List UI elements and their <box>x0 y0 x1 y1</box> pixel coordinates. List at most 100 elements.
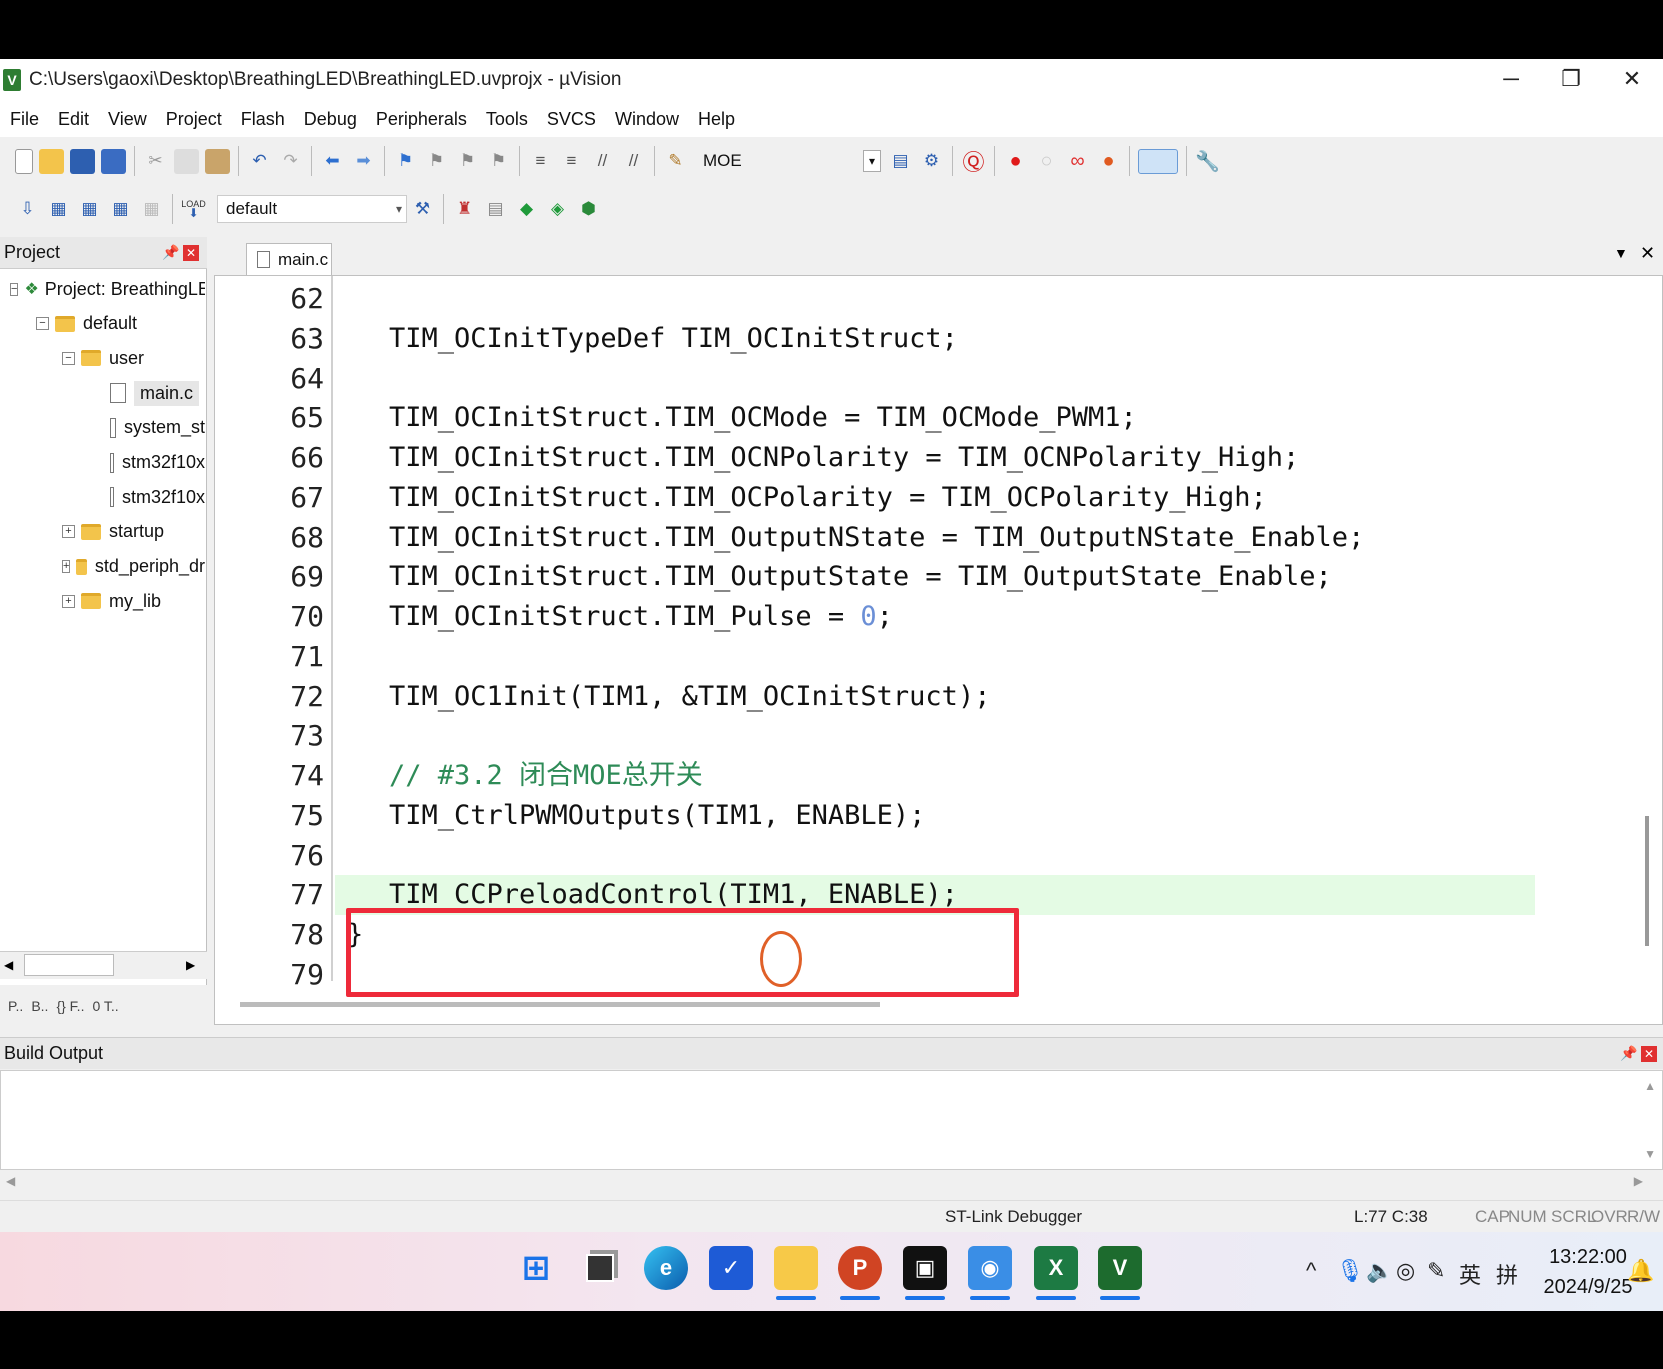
scroll-right-icon[interactable]: ▶ <box>186 958 195 972</box>
menu-help[interactable]: Help <box>698 109 735 130</box>
powerpoint-icon[interactable]: P <box>838 1246 882 1300</box>
comment-icon[interactable]: // <box>590 149 615 174</box>
find-icon[interactable]: ▤ <box>888 149 913 174</box>
menu-debug[interactable]: Debug <box>304 109 357 130</box>
nav-back-icon[interactable]: ⬅ <box>320 149 345 174</box>
bookmark-icon[interactable]: ⚑ <box>393 149 418 174</box>
minimize-button[interactable]: ─ <box>1480 59 1542 101</box>
pin-icon[interactable]: 📌 <box>162 244 179 261</box>
tree-node-file[interactable]: main.c <box>110 377 200 409</box>
rebuild-icon[interactable]: ▦ <box>77 197 102 222</box>
manage-packs-icon[interactable]: ◆ <box>514 197 539 222</box>
code-line[interactable]: TIM_OCInitStruct.TIM_OCPolarity = TIM_OC… <box>389 478 1267 518</box>
scroll-left-icon[interactable]: ◀ <box>6 1174 15 1188</box>
notification-bell-icon[interactable]: 🔔 <box>1627 1258 1654 1284</box>
debug-session-icon[interactable]: Ⓠ <box>961 149 986 175</box>
build-icon[interactable]: ▦ <box>46 197 71 222</box>
volume-icon[interactable]: 🔈 <box>1366 1258 1393 1284</box>
disable-all-breakpoints-icon[interactable]: ● <box>1096 149 1121 174</box>
scroll-thumb[interactable] <box>24 954 114 976</box>
excel-icon[interactable]: X <box>1034 1246 1078 1300</box>
ime-mode[interactable]: 英 <box>1459 1258 1481 1290</box>
webcam-icon[interactable]: ◉ <box>968 1246 1012 1300</box>
code-line[interactable]: TIM_OCInitStruct.TIM_Pulse = 0; <box>389 597 893 637</box>
close-button[interactable]: ✕ <box>1601 59 1663 101</box>
incremental-find-icon[interactable]: ⚙ <box>919 149 944 174</box>
tab-functions[interactable]: {} F.. <box>56 998 84 1014</box>
expand-icon[interactable]: + <box>62 525 75 539</box>
menu-file[interactable]: File <box>10 109 39 130</box>
translate-icon[interactable]: ⇩ <box>15 197 40 222</box>
close-pane-icon[interactable]: ✕ <box>183 244 199 261</box>
start-icon[interactable]: ⊞ <box>514 1246 558 1290</box>
tree-node-target[interactable]: − default <box>36 308 137 340</box>
task-view-icon[interactable] <box>578 1246 622 1290</box>
tab-main-c[interactable]: main.c <box>246 243 332 275</box>
copy-icon[interactable] <box>174 148 199 174</box>
video-icon[interactable]: ▣ <box>903 1246 947 1300</box>
collapse-icon[interactable]: − <box>36 317 49 331</box>
manage-project-icon[interactable]: ▤ <box>483 197 508 222</box>
pin-icon[interactable]: 📌 <box>1620 1045 1637 1062</box>
save-icon[interactable] <box>70 148 95 174</box>
undo-icon[interactable]: ↶ <box>247 149 272 174</box>
batch-build-icon[interactable]: ▦ <box>108 197 133 222</box>
open-file-icon[interactable] <box>39 148 64 174</box>
menu-window[interactable]: Window <box>615 109 679 130</box>
close-tab-icon[interactable]: ✕ <box>1640 243 1655 264</box>
uncomment-icon[interactable]: // <box>621 149 646 174</box>
clear-bookmarks-icon[interactable]: ⚑ <box>486 149 511 174</box>
menu-edit[interactable]: Edit <box>58 109 89 130</box>
window-layout-icon[interactable] <box>1138 148 1178 174</box>
menu-tools[interactable]: Tools <box>486 109 528 130</box>
scroll-right-icon[interactable]: ▶ <box>1634 1174 1643 1188</box>
menu-project[interactable]: Project <box>166 109 222 130</box>
file-extensions-icon[interactable]: ♜ <box>452 197 477 222</box>
menu-flash[interactable]: Flash <box>241 109 285 130</box>
tab-templates[interactable]: 0 T.. <box>92 998 118 1014</box>
chevron-down-icon[interactable]: ▾ <box>396 202 402 216</box>
expand-icon[interactable]: + <box>62 560 71 574</box>
editor-horizontal-scrollbar[interactable] <box>240 1002 880 1007</box>
select-packs-icon[interactable]: ◈ <box>545 197 570 222</box>
project-horizontal-scrollbar[interactable]: ◀ ▶ <box>0 951 207 979</box>
tree-node-file[interactable]: stm32f10x <box>110 481 205 513</box>
new-file-icon[interactable] <box>15 148 33 174</box>
prev-bookmark-icon[interactable]: ⚑ <box>424 149 449 174</box>
collapse-icon[interactable]: − <box>10 282 19 296</box>
find-combo[interactable]: MOE ▾ <box>695 147 885 175</box>
tree-node-folder[interactable]: − user <box>62 342 144 374</box>
code-line[interactable]: TIM_OCInitStruct.TIM_OutputNState = TIM_… <box>389 518 1364 558</box>
menu-peripherals[interactable]: Peripherals <box>376 109 467 130</box>
disable-breakpoint-icon[interactable]: ○ <box>1034 149 1059 174</box>
tab-books[interactable]: B.. <box>31 998 48 1014</box>
nav-forward-icon[interactable]: ➡ <box>351 149 376 174</box>
edge-icon[interactable]: e <box>644 1246 688 1290</box>
build-output-horizontal-scrollbar[interactable]: ◀ ▶ <box>0 1170 1663 1196</box>
unindent-icon[interactable]: ≡ <box>559 149 584 174</box>
ime-pinyin[interactable]: 拼 <box>1496 1258 1518 1290</box>
code-line[interactable]: TIM_CtrlPWMOutputs(TIM1, ENABLE); <box>389 796 925 836</box>
scroll-down-icon[interactable]: ▼ <box>1644 1147 1656 1161</box>
code-line[interactable]: TIM_OCInitStruct.TIM_OCNPolarity = TIM_O… <box>389 438 1299 478</box>
network-icon[interactable]: ◎ <box>1396 1258 1415 1284</box>
menu-view[interactable]: View <box>108 109 147 130</box>
kill-breakpoints-icon[interactable]: ∞ <box>1065 149 1090 174</box>
todo-icon[interactable]: ✓ <box>709 1246 753 1290</box>
code-line[interactable]: TIM_OCInitStruct.TIM_OCMode = TIM_OCMode… <box>389 398 1137 438</box>
code-line[interactable]: // #3.2 闭合MOE总开关 <box>389 756 703 796</box>
next-bookmark-icon[interactable]: ⚑ <box>455 149 480 174</box>
tree-node-folder[interactable]: + std_periph_dr <box>62 551 205 583</box>
save-all-icon[interactable] <box>101 148 126 174</box>
tree-node-folder[interactable]: + my_lib <box>62 585 161 617</box>
tree-node-file[interactable]: stm32f10x <box>110 447 205 479</box>
tree-node-folder[interactable]: + startup <box>62 516 164 548</box>
tray-overflow-icon[interactable]: ^ <box>1306 1258 1316 1284</box>
code-line[interactable]: TIM_OCInitTypeDef TIM_OCInitStruct; <box>389 319 958 359</box>
code-line[interactable]: TIM_OC1Init(TIM1, &TIM_OCInitStruct); <box>389 677 990 717</box>
uvision-icon[interactable]: V <box>1098 1246 1142 1300</box>
close-pane-icon[interactable]: ✕ <box>1641 1045 1657 1062</box>
run-time-env-icon[interactable]: ⬢ <box>576 197 601 222</box>
redo-icon[interactable]: ↷ <box>278 149 303 174</box>
indent-icon[interactable]: ≡ <box>528 149 553 174</box>
